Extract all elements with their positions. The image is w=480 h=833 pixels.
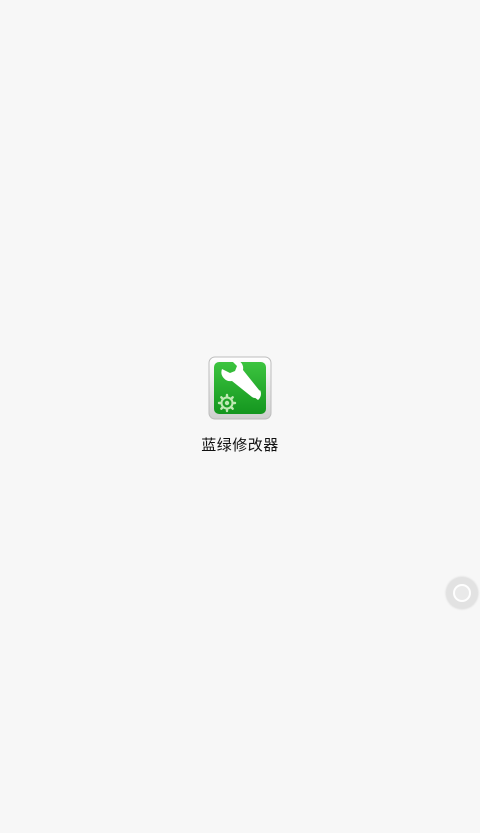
wrench-gear-icon [208,356,272,420]
splash-content: 蓝绿修改器 [0,356,480,455]
splash-screen: 蓝绿修改器 [0,0,480,833]
assistive-touch-icon [453,584,471,602]
assistive-touch-button[interactable] [446,577,478,609]
app-name-label: 蓝绿修改器 [201,436,279,454]
